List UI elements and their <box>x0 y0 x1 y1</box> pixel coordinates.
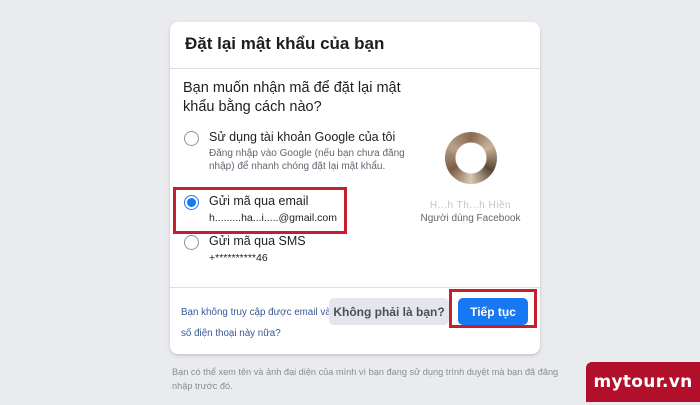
option-email-address: h.........ha...i.....@gmail.com <box>209 212 337 224</box>
profile-role: Người dùng Facebook <box>420 213 521 224</box>
avatar <box>444 132 497 184</box>
watermark-text: mytour.vn <box>593 372 693 392</box>
reset-method-question: Bạn muốn nhận mã để đặt lại mật khẩu bằn… <box>183 80 401 115</box>
continue-button[interactable]: Tiếp tục <box>458 298 528 325</box>
profile-name: H...h Th...h Hiền <box>429 200 512 211</box>
option-email-label: Gửi mã qua email <box>209 194 309 208</box>
option-google-desc: Đăng nhập vào Google (nếu bạn chưa đăng … <box>209 148 405 172</box>
option-sms-label: Gửi mã qua SMS <box>209 234 306 248</box>
option-google[interactable]: Sử dụng tài khoản Google của tôi Đăng nh… <box>184 129 414 173</box>
option-sms[interactable]: Gửi mã qua SMS +**********46 <box>184 233 306 265</box>
card-header: Đặt lại mật khẩu của bạn <box>170 22 540 69</box>
option-google-label: Sử dụng tài khoản Google của tôi <box>209 130 396 144</box>
profile-block: H...h Th...h Hiền Người dùng Facebook <box>408 132 533 224</box>
option-email[interactable]: Gửi mã qua email h.........ha...i.....@g… <box>184 193 337 225</box>
not-you-button[interactable]: Không phải là bạn? <box>329 298 449 325</box>
no-access-link[interactable]: Bạn không truy cập được email và số điện… <box>181 302 331 344</box>
radio-google[interactable] <box>184 131 199 146</box>
radio-email[interactable] <box>184 195 199 210</box>
reset-password-card: Đặt lại mật khẩu của bạn Bạn muốn nhận m… <box>170 22 540 354</box>
bottom-note: Bạn có thể xem tên và ảnh đại diện của m… <box>172 367 559 391</box>
option-sms-number: +**********46 <box>209 252 268 264</box>
watermark-logo: mytour.vn <box>586 362 700 402</box>
card-title: Đặt lại mật khẩu của bạn <box>185 34 385 53</box>
card-footer: Bạn không truy cập được email và số điện… <box>170 287 540 354</box>
radio-sms[interactable] <box>184 235 199 250</box>
